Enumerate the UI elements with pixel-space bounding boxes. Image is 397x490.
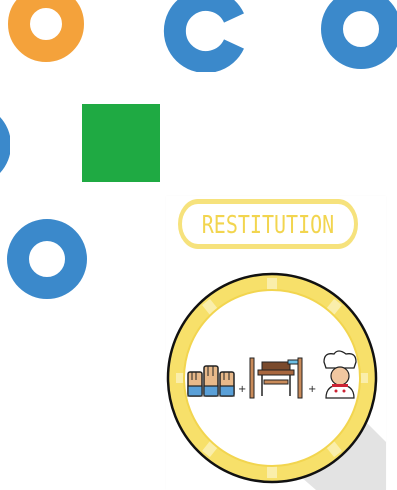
green-square — [82, 104, 160, 182]
blue-ring-partial-icon — [0, 117, 10, 173]
canvas: RESTITUTION + + — [0, 0, 397, 490]
restitution-title: RESTITUTION — [178, 199, 358, 249]
blue-ring-icon — [321, 0, 397, 69]
restitution-card: RESTITUTION + + — [166, 196, 386, 490]
blue-ring-bottom-icon — [7, 219, 87, 299]
orange-ring-icon — [8, 0, 84, 62]
restitution-medallion: + + — [166, 272, 386, 490]
plus-icon: + — [308, 384, 316, 395]
plus-icon: + — [238, 384, 246, 395]
blue-c-shape-icon — [163, 0, 244, 72]
